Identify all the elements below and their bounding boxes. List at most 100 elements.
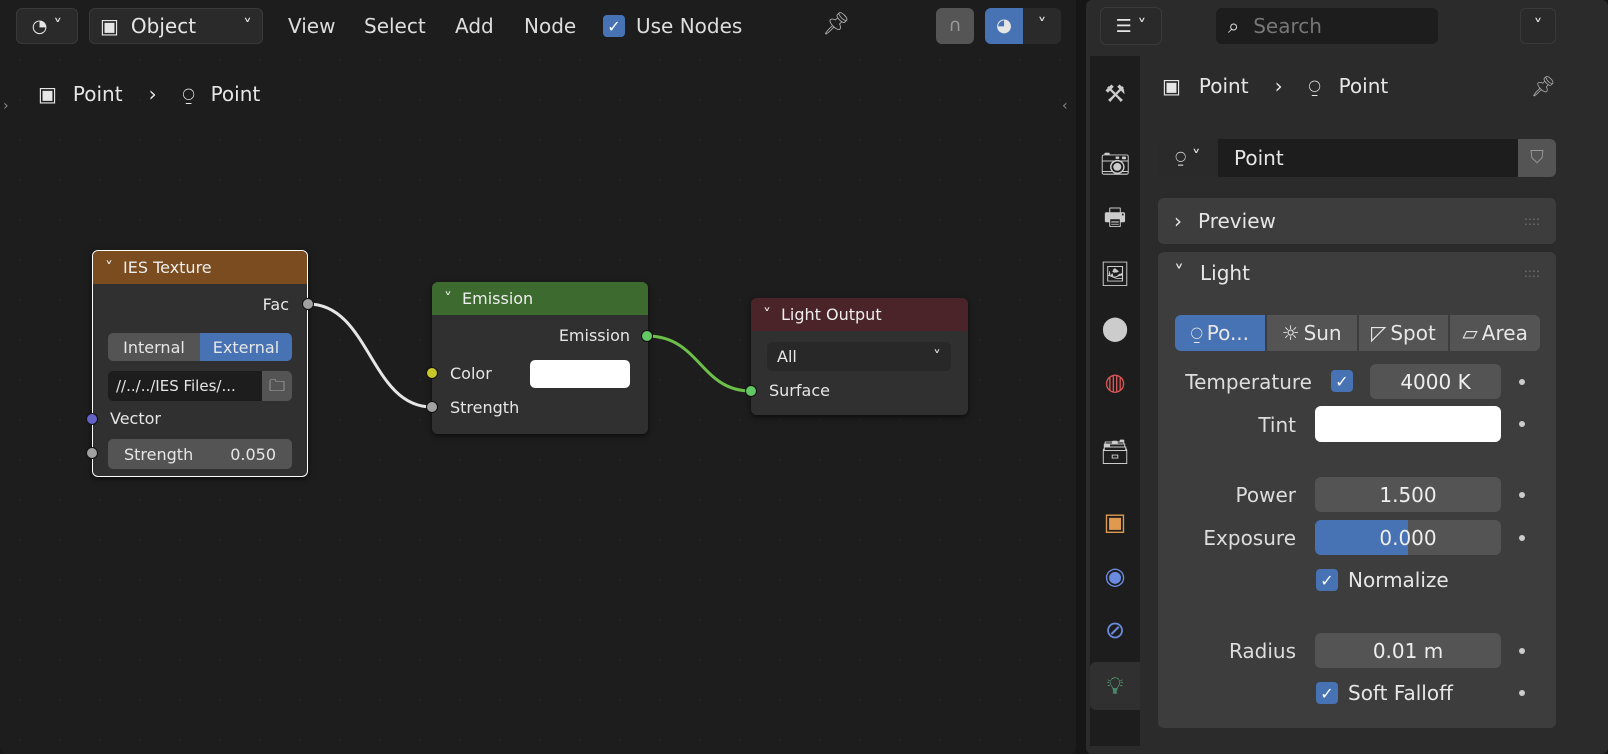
pin-icon[interactable]: 📌︎: [1531, 74, 1556, 98]
tint-color-swatch[interactable]: [1315, 406, 1501, 442]
target-dropdown[interactable]: All ˅: [767, 342, 951, 371]
render-icon[interactable]: 📷︎: [1090, 140, 1140, 188]
keyframe-dot[interactable]: [1519, 379, 1525, 385]
light-type-selector: ⍜ Po... ☼ Sun ◸ Spot ▱ Area: [1175, 315, 1540, 351]
use-temperature-checkbox[interactable]: ✓: [1331, 370, 1353, 392]
node-header[interactable]: ˅ Emission: [432, 282, 648, 315]
collection-icon[interactable]: 🗃︎: [1090, 428, 1140, 476]
preview-label: Preview: [1198, 209, 1276, 233]
light-type-point[interactable]: ⍜ Po...: [1175, 315, 1265, 351]
node-title: Emission: [462, 289, 534, 308]
light-label: Light: [1200, 261, 1250, 285]
surface-socket[interactable]: [745, 385, 757, 397]
light-type-label: Spot: [1390, 321, 1436, 345]
strength-field[interactable]: Strength 0.050: [108, 439, 292, 469]
light-panel-header[interactable]: ˅ Light ::::: [1174, 261, 1554, 285]
options-dropdown[interactable]: ˅: [1520, 8, 1556, 44]
light-data-icon[interactable]: 💡︎: [1090, 662, 1140, 710]
light-output-node[interactable]: ˅ Light Output All ˅ Surface: [751, 298, 968, 415]
chevron-right-icon: ›: [1174, 209, 1182, 233]
drag-handle-icon[interactable]: ::::: [1524, 266, 1540, 280]
temperature-field[interactable]: 4000 K: [1370, 364, 1501, 399]
tool-icon[interactable]: ⚒: [1090, 70, 1140, 118]
physics-icon[interactable]: ◉: [1090, 552, 1140, 600]
tint-label: Tint: [1258, 413, 1296, 437]
keyframe-dot[interactable]: [1519, 535, 1525, 541]
breadcrumb-light: Point: [1338, 74, 1389, 98]
normalize-label: Normalize: [1348, 568, 1449, 592]
editor-type-button[interactable]: ☰ ˅: [1100, 7, 1162, 45]
emission-socket[interactable]: [641, 330, 653, 342]
filepath-value: //../../IES Files/...: [116, 377, 236, 395]
keyframe-dot[interactable]: [1519, 492, 1525, 498]
fac-output-label: Fac: [262, 295, 289, 314]
object-icon: ▣: [1162, 74, 1181, 98]
point-light-icon: ⍜: [1190, 321, 1203, 345]
surface-input-label: Surface: [769, 381, 830, 400]
view-layer-icon[interactable]: 🖼︎: [1090, 250, 1140, 298]
temperature-label: Temperature: [1185, 370, 1312, 394]
light-type-sun[interactable]: ☼ Sun: [1266, 315, 1357, 351]
keyframe-dot[interactable]: [1519, 690, 1525, 696]
color-swatch[interactable]: [530, 360, 630, 388]
vector-input-label: Vector: [110, 409, 161, 428]
collapse-icon[interactable]: ˅: [763, 305, 771, 324]
power-label: Power: [1235, 483, 1296, 507]
strength-socket[interactable]: [426, 401, 438, 413]
node-title: Light Output: [781, 305, 882, 324]
folder-icon[interactable]: 🗀: [262, 371, 292, 401]
node-header[interactable]: ˅ IES Texture: [93, 251, 307, 284]
collapse-icon[interactable]: ˅: [444, 289, 452, 308]
exposure-label: Exposure: [1203, 526, 1296, 550]
mode-internal-button[interactable]: Internal: [108, 333, 200, 361]
properties-breadcrumb: ▣ Point › ⍜ Point 📌︎: [1162, 74, 1556, 98]
mode-external-button[interactable]: External: [200, 333, 292, 361]
properties-icon: ☰ ˅: [1115, 15, 1147, 37]
light-type-area[interactable]: ▱ Area: [1450, 315, 1540, 351]
power-field[interactable]: 1.500: [1315, 477, 1501, 512]
strength-socket[interactable]: [86, 447, 98, 459]
search-icon: ⌕: [1228, 14, 1240, 38]
datablock-selector: ⍜ ˅ Point ⛉: [1158, 139, 1556, 177]
area-icon: ▱: [1462, 321, 1478, 345]
emission-node[interactable]: ˅ Emission Emission Color Strength: [432, 282, 648, 434]
strength-label: Strength: [124, 444, 194, 464]
scene-icon[interactable]: ⬤: [1090, 304, 1140, 352]
soft-falloff-checkbox[interactable]: ✓: [1316, 682, 1338, 704]
normalize-checkbox[interactable]: ✓: [1316, 569, 1338, 591]
radius-label: Radius: [1228, 639, 1296, 663]
constraints-icon[interactable]: ⊘: [1090, 606, 1140, 654]
breadcrumb-object: Point: [1198, 74, 1249, 98]
sun-icon: ☼: [1281, 321, 1300, 345]
light-type-label: Sun: [1303, 321, 1342, 345]
light-type-spot[interactable]: ◸ Spot: [1358, 315, 1449, 351]
strength-value: 0.050: [230, 444, 276, 464]
exposure-slider[interactable]: 0.000: [1315, 520, 1501, 555]
color-socket[interactable]: [426, 367, 438, 379]
filepath-field[interactable]: //../../IES Files/... 🗀: [108, 371, 292, 401]
fake-user-shield-icon[interactable]: ⛉: [1518, 139, 1556, 177]
collapse-icon[interactable]: ˅: [105, 258, 113, 277]
keyframe-dot[interactable]: [1519, 648, 1525, 654]
target-value: All: [777, 347, 797, 366]
light-browse-button[interactable]: ⍜ ˅: [1158, 139, 1218, 177]
fac-socket[interactable]: [302, 298, 314, 310]
keyframe-dot[interactable]: [1519, 421, 1525, 427]
output-icon[interactable]: 🖶: [1090, 196, 1140, 244]
chevron-down-icon: ˅: [933, 347, 941, 366]
search-input[interactable]: ⌕ Search: [1216, 8, 1438, 44]
radius-field[interactable]: 0.01 m: [1315, 633, 1501, 668]
strength-input-label: Strength: [450, 398, 520, 417]
vector-socket[interactable]: [86, 413, 98, 425]
link-fac-strength: [307, 302, 433, 409]
world-icon[interactable]: ◍: [1090, 358, 1140, 406]
drag-handle-icon[interactable]: ::::: [1524, 214, 1540, 228]
object-icon[interactable]: ▣: [1090, 498, 1140, 546]
preview-panel-header[interactable]: › Preview ::::: [1158, 198, 1556, 244]
datablock-name-field[interactable]: Point: [1218, 139, 1518, 177]
ies-texture-node[interactable]: ˅ IES Texture Fac Internal External //../…: [92, 250, 308, 477]
spot-icon: ◸: [1370, 321, 1387, 345]
node-header[interactable]: ˅ Light Output: [751, 298, 968, 331]
chevron-right-icon: ›: [1274, 74, 1283, 98]
emission-output-label: Emission: [558, 326, 630, 345]
